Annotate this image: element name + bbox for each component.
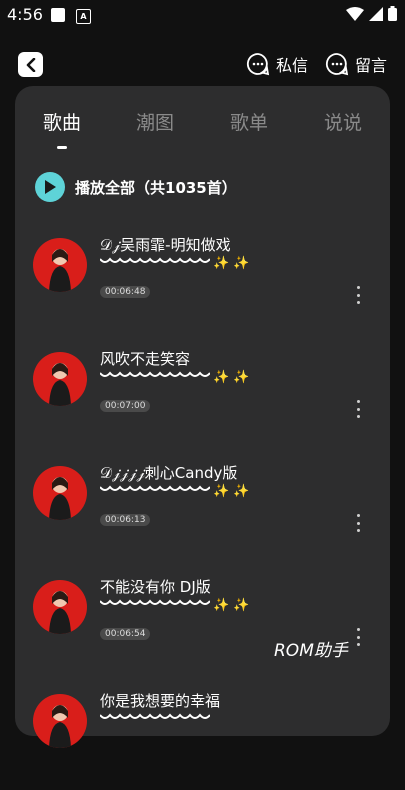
- tab-playlists[interactable]: 歌单: [230, 108, 268, 135]
- song-title: 不能没有你 DJ版: [100, 578, 211, 596]
- tab-posts[interactable]: 说说: [324, 108, 362, 135]
- song-title: 𝒟𝒿𝒿𝒿𝒿刺心Candy版: [100, 464, 238, 482]
- tab-songs[interactable]: 歌曲: [43, 108, 81, 135]
- messages-button[interactable]: 私信: [246, 52, 308, 76]
- chevron-left-icon: [26, 57, 35, 72]
- more-options-icon[interactable]: [357, 286, 361, 304]
- song-title: 风吹不走笑容: [100, 350, 191, 368]
- song-row[interactable]: 𝒟𝒿𝒿𝒿𝒿刺心Candy版 ✨✨ 00:06:13: [15, 462, 390, 562]
- play-icon: [35, 172, 65, 202]
- wave-decoration-icon: [100, 257, 210, 263]
- comments-button[interactable]: 留言: [325, 52, 387, 76]
- song-cover-avatar: [33, 466, 87, 520]
- wave-decoration-icon: [100, 485, 210, 491]
- song-duration: 00:06:13: [100, 514, 151, 526]
- song-title: 𝒟𝒿吴雨霏-明知做戏: [100, 236, 231, 254]
- wave-decoration-icon: [100, 599, 210, 605]
- comments-label: 留言: [355, 56, 388, 75]
- song-cover-avatar: [33, 352, 87, 406]
- tab-trend-images[interactable]: 潮图: [136, 108, 174, 135]
- comment-bubble-icon: [325, 53, 349, 76]
- status-time: 4:56: [7, 5, 43, 24]
- play-all-label: 播放全部（共1035首）: [75, 178, 237, 197]
- messages-label: 私信: [276, 56, 309, 75]
- wifi-icon: [346, 6, 364, 21]
- more-options-icon[interactable]: [357, 628, 361, 646]
- more-options-icon[interactable]: [357, 400, 361, 418]
- song-row[interactable]: 风吹不走笑容 ✨✨ 00:07:00: [15, 348, 390, 448]
- sparkle-icon: ✨✨: [213, 484, 254, 499]
- tab-bar: 歌曲 潮图 歌单 说说: [15, 108, 390, 148]
- a-notification-icon: A: [76, 9, 91, 24]
- song-row[interactable]: 你是我想要的幸福: [15, 690, 390, 790]
- song-cover-avatar: [33, 580, 87, 634]
- song-duration: 00:06:54: [100, 628, 151, 640]
- chat-bubble-icon: [246, 53, 270, 76]
- signal-icon: [369, 6, 383, 21]
- more-options-icon[interactable]: [357, 514, 361, 532]
- song-cover-avatar: [33, 694, 87, 748]
- wave-decoration-icon: [100, 371, 210, 377]
- song-row[interactable]: 不能没有你 DJ版 ✨✨ 00:06:54: [15, 576, 390, 676]
- song-cover-avatar: [33, 238, 87, 292]
- song-row[interactable]: 𝒟𝒿吴雨霏-明知做戏 ✨✨ 00:06:48: [15, 234, 390, 334]
- sparkle-icon: ✨✨: [213, 256, 254, 271]
- song-duration: 00:07:00: [100, 400, 151, 412]
- tab-active-indicator: [57, 146, 67, 149]
- watermark-text: ROM助手: [274, 641, 348, 661]
- header-bar: 私信 留言: [0, 44, 405, 84]
- play-all-button[interactable]: 播放全部（共1035首）: [35, 172, 237, 202]
- wave-decoration-icon: [100, 713, 210, 719]
- back-button[interactable]: [18, 52, 43, 77]
- sparkle-icon: ✨✨: [213, 370, 254, 385]
- song-duration: 00:06:48: [100, 286, 151, 298]
- sparkle-icon: ✨✨: [213, 598, 254, 613]
- battery-icon: [388, 6, 397, 21]
- notification-icon: [51, 8, 65, 22]
- song-title: 你是我想要的幸福: [100, 692, 221, 710]
- status-bar: 4:56 A: [0, 0, 405, 30]
